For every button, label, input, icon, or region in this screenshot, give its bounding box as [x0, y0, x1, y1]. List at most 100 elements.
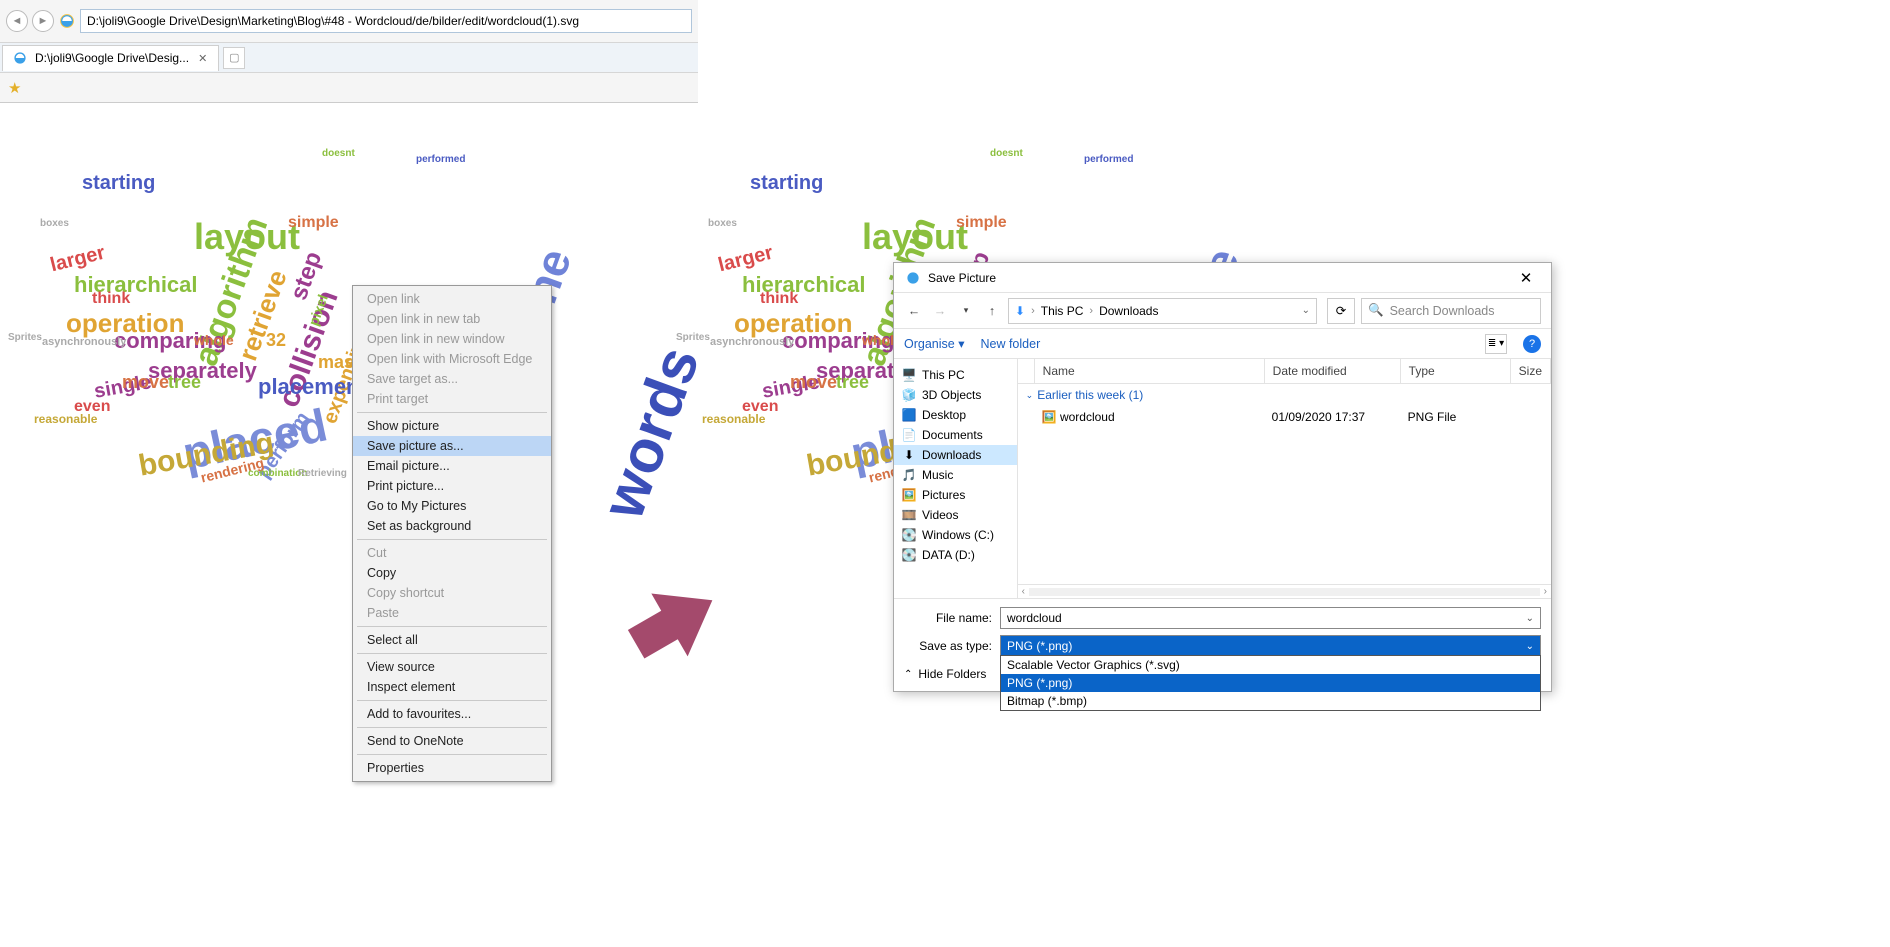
tab-close-icon[interactable]: ✕	[195, 52, 210, 65]
dialog-search-input[interactable]: 🔍 Search Downloads	[1361, 298, 1541, 324]
col-name[interactable]: Name	[1035, 359, 1265, 383]
wordcloud-word: doesnt	[990, 148, 1023, 159]
tree-item-3d-objects[interactable]: 🧊3D Objects	[894, 385, 1017, 405]
type-option[interactable]: Bitmap (*.bmp)	[1001, 692, 1540, 710]
dialog-ie-icon	[904, 269, 922, 287]
tree-item-data-d-[interactable]: 💽DATA (D:)	[894, 545, 1017, 565]
save-picture-dialog: Save Picture ✕ ← → ▾ ↑ ⬇ › This PC › Dow…	[893, 262, 1552, 692]
folder-icon: 💽	[902, 548, 916, 562]
breadcrumb-drive-icon: ⬇	[1015, 304, 1025, 318]
type-option[interactable]: PNG (*.png)	[1001, 674, 1540, 692]
context-menu-item: Print target	[353, 389, 551, 409]
ie-browser-chrome: ◄ ► D:\joli9\Google Drive\Design\Marketi…	[0, 0, 698, 103]
col-type[interactable]: Type	[1401, 359, 1511, 383]
context-menu-item: Save target as...	[353, 369, 551, 389]
context-menu-item[interactable]: Properties	[353, 758, 551, 778]
dialog-close-button[interactable]: ✕	[1511, 269, 1541, 287]
context-menu-item: Open link with Microsoft Edge	[353, 349, 551, 369]
crumb-dropdown-icon[interactable]: ⌄	[1302, 305, 1310, 316]
view-mode-button[interactable]: ≣ ▾	[1485, 334, 1507, 354]
context-menu-item[interactable]: Save picture as...	[353, 436, 551, 456]
tree-item-this-pc[interactable]: 🖥️This PC	[894, 365, 1017, 385]
ie-tab-icon	[11, 49, 29, 67]
organise-menu[interactable]: Organise ▾	[904, 336, 964, 351]
file-name-input[interactable]: wordcloud ⌄	[1000, 607, 1541, 629]
context-menu-item[interactable]: View source	[353, 657, 551, 677]
wordcloud-word: starting	[750, 172, 823, 195]
address-bar[interactable]: D:\joli9\Google Drive\Design\Marketing\B…	[80, 9, 692, 33]
nav-forward-icon[interactable]: →	[930, 304, 950, 318]
horizontal-scrollbar[interactable]: ‹›	[1018, 584, 1551, 598]
tree-item-windows-c-[interactable]: 💽Windows (C:)	[894, 525, 1017, 545]
wordcloud-word: layout	[862, 216, 968, 258]
wordcloud-word: think	[760, 290, 798, 308]
context-menu-item[interactable]: Select all	[353, 630, 551, 650]
folder-tree: 🖥️This PC🧊3D Objects🟦Desktop📄Documents⬇D…	[894, 359, 1018, 598]
dialog-title: Save Picture	[928, 271, 1511, 285]
nav-recent-icon[interactable]: ▾	[956, 305, 976, 316]
wordcloud-word: move	[122, 372, 169, 393]
nav-up-icon[interactable]: ↑	[982, 304, 1002, 318]
tree-item-documents[interactable]: 📄Documents	[894, 425, 1017, 445]
folder-icon: ⬇	[902, 448, 916, 462]
breadcrumb[interactable]: ⬇ › This PC › Downloads ⌄	[1008, 298, 1317, 324]
tree-item-music[interactable]: 🎵Music	[894, 465, 1017, 485]
type-option[interactable]: Scalable Vector Graphics (*.svg)	[1001, 656, 1540, 674]
wordcloud-word: think	[92, 290, 130, 308]
context-menu-item[interactable]: Add to favourites...	[353, 704, 551, 724]
search-placeholder: Search Downloads	[1390, 304, 1495, 318]
chevron-down-icon[interactable]: ⌄	[1526, 613, 1534, 624]
ie-logo-icon	[58, 12, 76, 30]
save-type-label: Save as type:	[904, 639, 992, 653]
wordcloud-word: starting	[82, 172, 155, 195]
favorites-star-icon[interactable]: ★	[8, 79, 21, 97]
context-menu-item[interactable]: Copy	[353, 563, 551, 583]
chevron-up-icon: ⌃	[904, 669, 912, 680]
nav-back-button[interactable]: ◄	[6, 10, 28, 32]
tab-new-button[interactable]: ▢	[223, 47, 245, 69]
col-size[interactable]: Size	[1511, 359, 1551, 383]
new-folder-button[interactable]: New folder	[980, 337, 1040, 351]
wordcloud-word: Sprites	[8, 332, 42, 343]
context-menu-item[interactable]: Email picture...	[353, 456, 551, 476]
wordcloud-word: reasonable	[702, 412, 765, 426]
folder-icon: 🎵	[902, 468, 916, 482]
save-type-dropdown: Scalable Vector Graphics (*.svg)PNG (*.p…	[1000, 655, 1541, 711]
context-menu-item: Copy shortcut	[353, 583, 551, 603]
tree-item-pictures[interactable]: 🖼️Pictures	[894, 485, 1017, 505]
tree-item-desktop[interactable]: 🟦Desktop	[894, 405, 1017, 425]
tree-item-videos[interactable]: 🎞️Videos	[894, 505, 1017, 525]
save-type-select[interactable]: PNG (*.png) ⌄	[1000, 635, 1541, 657]
context-menu-item[interactable]: Inspect element	[353, 677, 551, 697]
context-menu-item[interactable]: Set as background	[353, 516, 551, 536]
crumb-downloads[interactable]: Downloads	[1099, 304, 1158, 318]
wordcloud-word: Sprites	[676, 332, 710, 343]
folder-icon: 🧊	[902, 388, 916, 402]
list-row[interactable]: 🖼️ wordcloud01/09/2020 17:37PNG File	[1018, 406, 1551, 428]
nav-forward-button[interactable]: ►	[32, 10, 54, 32]
dialog-titlebar: Save Picture ✕	[894, 263, 1551, 293]
context-menu-item[interactable]: Go to My Pictures	[353, 496, 551, 516]
context-menu-item[interactable]: Send to OneNote	[353, 731, 551, 751]
col-date[interactable]: Date modified	[1265, 359, 1401, 383]
context-menu-item[interactable]: Show picture	[353, 416, 551, 436]
nav-row: ◄ ► D:\joli9\Google Drive\Design\Marketi…	[0, 0, 698, 42]
tree-item-downloads[interactable]: ⬇Downloads	[894, 445, 1017, 465]
wordcloud-word: 32	[266, 330, 286, 351]
nav-back-icon[interactable]: ←	[904, 304, 924, 318]
context-menu-item: Open link	[353, 289, 551, 309]
context-menu-item[interactable]: Print picture...	[353, 476, 551, 496]
wordcloud-word: performed	[416, 154, 465, 165]
folder-icon: 💽	[902, 528, 916, 542]
wordcloud-word: move	[790, 372, 837, 393]
tab-active[interactable]: D:\joli9\Google Drive\Desig... ✕	[2, 45, 219, 71]
refresh-button[interactable]: ⟳	[1327, 298, 1355, 324]
dialog-toolbar: Organise ▾ New folder ≣ ▾ ?	[894, 329, 1551, 359]
help-button[interactable]: ?	[1523, 335, 1541, 353]
folder-icon: 🖼️	[902, 488, 916, 502]
list-group-header[interactable]: ⌄ Earlier this week (1)	[1018, 384, 1551, 406]
wordcloud-word: boxes	[40, 218, 69, 229]
wordcloud-word: boxes	[708, 218, 737, 229]
chevron-down-icon[interactable]: ⌄	[1526, 641, 1534, 652]
crumb-thispc[interactable]: This PC	[1041, 304, 1084, 318]
